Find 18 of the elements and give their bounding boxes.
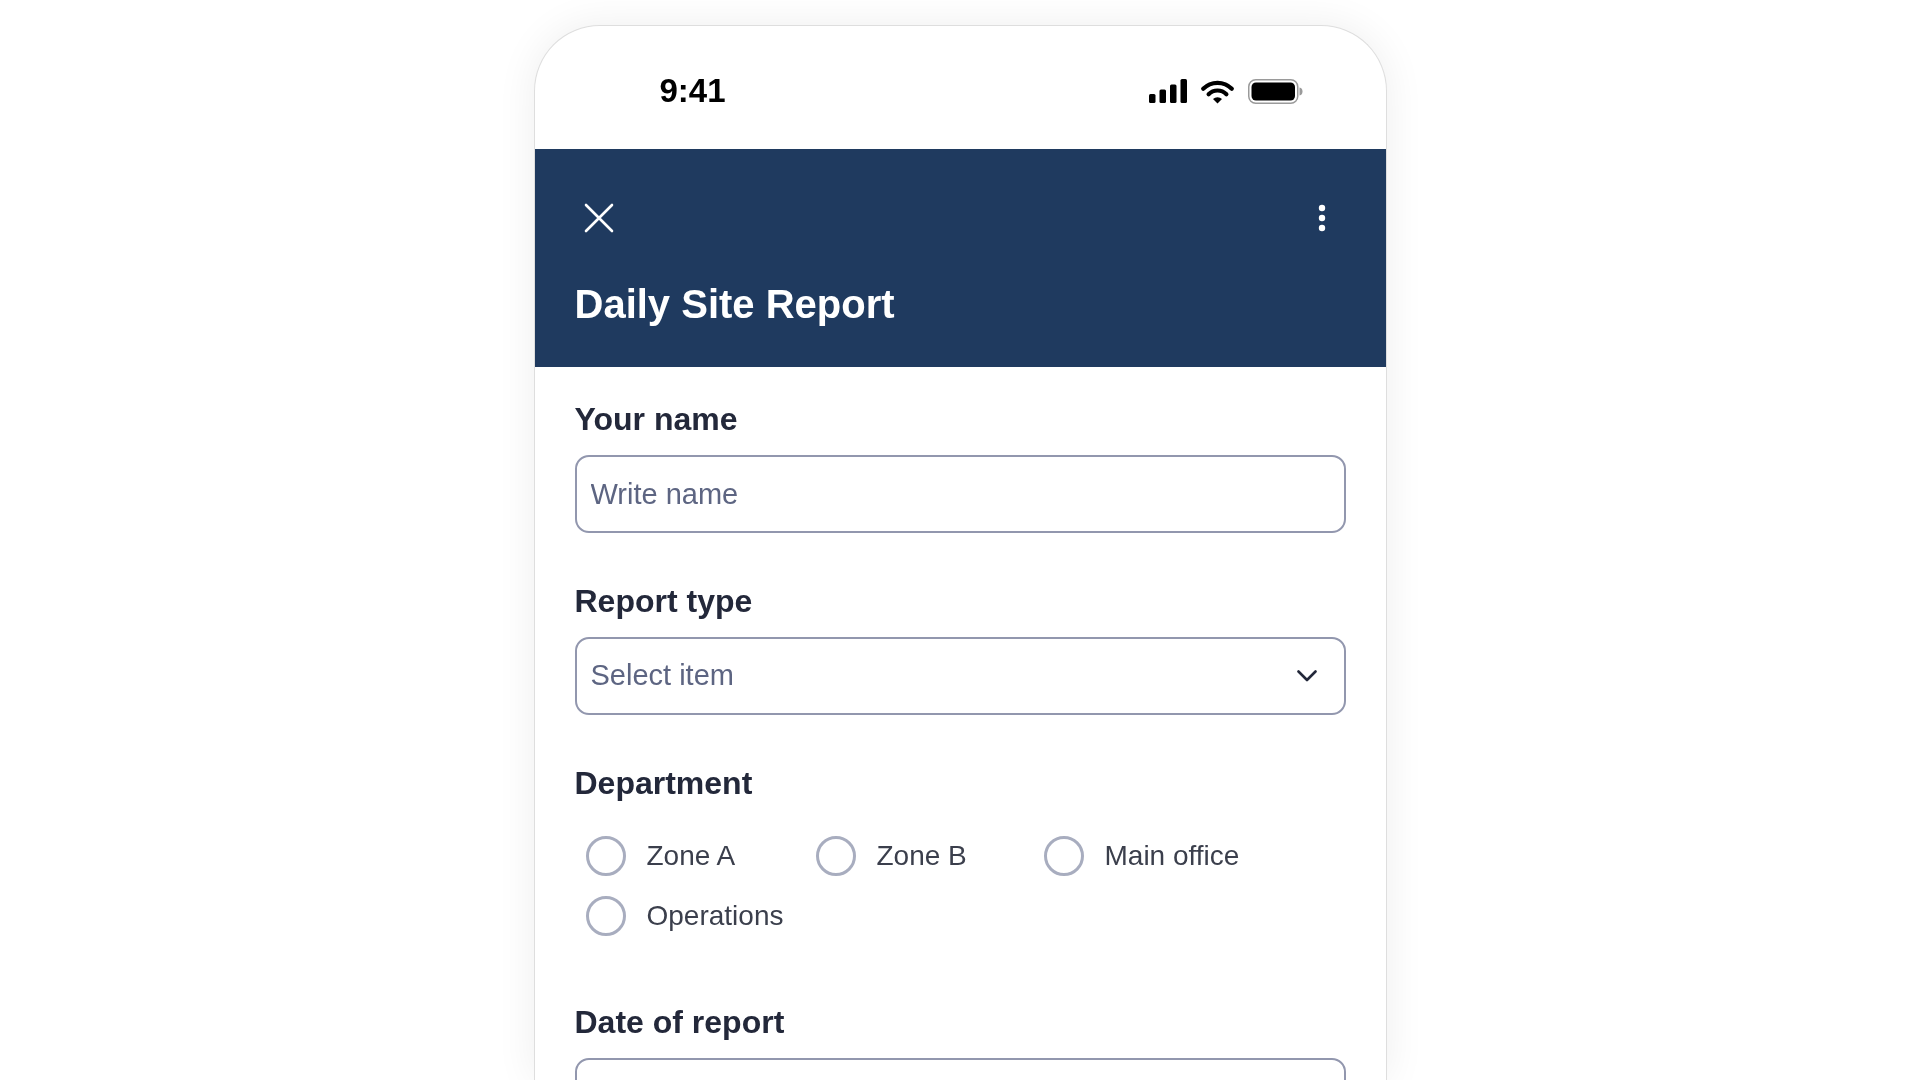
field-label: Your name [574, 400, 738, 439]
radio-option[interactable]: Operations [585, 896, 784, 936]
field-label: Report type [574, 582, 753, 621]
close-icon[interactable] [583, 203, 614, 233]
field-label: Date of report [574, 1003, 785, 1042]
battery-icon [1247, 78, 1303, 104]
more-icon[interactable] [1317, 204, 1326, 232]
text-field[interactable]: Write name [574, 455, 1346, 533]
screen-title: Daily Site Report [574, 281, 895, 328]
select-field[interactable]: Select item [574, 637, 1346, 715]
chevron-down-icon [1296, 670, 1317, 682]
field-label: Department [574, 764, 753, 803]
signal-icon [1148, 79, 1187, 103]
radio-option[interactable]: Zone B [815, 836, 967, 876]
status-time: 9:41 [659, 71, 726, 111]
wifi-icon [1199, 78, 1235, 104]
radio-option[interactable]: Zone A [585, 836, 736, 876]
radio-option[interactable]: Main office [1043, 836, 1240, 876]
